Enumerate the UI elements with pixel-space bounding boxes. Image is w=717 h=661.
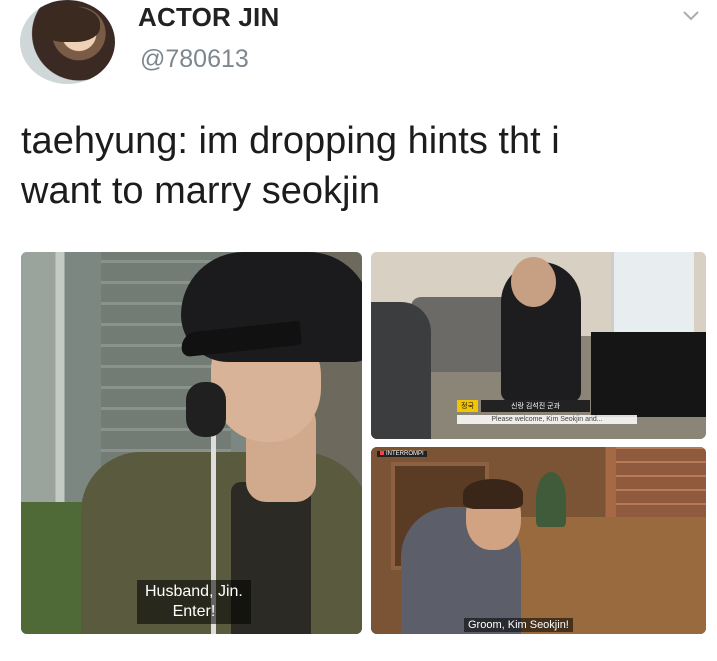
rec-dot-icon (380, 451, 384, 456)
photo-top-right[interactable]: 정국 신랑 김석진 군과 Please welcome, Kim Seokjin… (371, 252, 706, 439)
avatar[interactable] (20, 0, 115, 84)
microphone-icon (186, 382, 226, 437)
piano (591, 332, 706, 417)
tweet-header: ACTOR JIN @780613 (0, 0, 717, 100)
display-name[interactable]: ACTOR JIN (138, 2, 279, 33)
tweet-line-1: taehyung: im dropping hints tht i (21, 120, 560, 162)
tweet-text: taehyung: im dropping hints tht i want t… (21, 116, 701, 216)
foreground-figure (371, 302, 431, 439)
desk (491, 517, 706, 634)
chevron-down-icon[interactable] (682, 6, 700, 24)
caption-tag: 정국 (457, 400, 478, 412)
avatar-hair (40, 6, 100, 42)
photo-left[interactable]: Husband, Jin. Enter! (21, 252, 362, 634)
subtitle-left: Husband, Jin. Enter! (137, 580, 251, 624)
plant (536, 472, 566, 527)
user-handle[interactable]: @780613 (140, 45, 249, 74)
caption-english: Please welcome, Kim Seokjin and... (457, 415, 637, 424)
photo-bottom-right[interactable]: INTERROMPI Groom, Kim Seokjin! (371, 447, 706, 634)
tweet-line-2: want to marry seokjin (21, 170, 381, 212)
person-hair (463, 479, 523, 509)
rec-tag-label: INTERROMPI (386, 451, 424, 457)
caption-korean: 신랑 김석진 군과 (481, 400, 590, 412)
rec-tag: INTERROMPI (377, 451, 427, 457)
subtitle-bottom-right: Groom, Kim Seokjin! (464, 618, 573, 632)
person-head (511, 257, 556, 307)
